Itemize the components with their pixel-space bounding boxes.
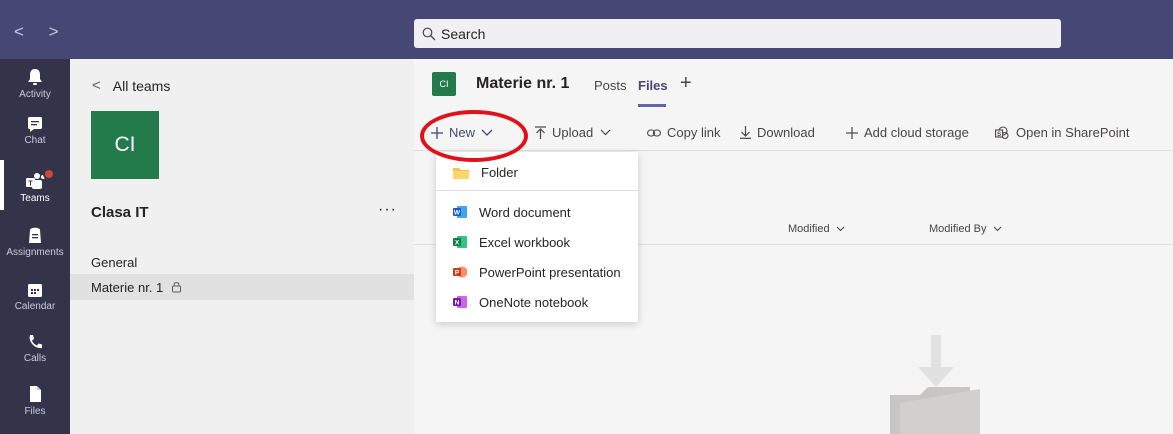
menu-item-onenote[interactable]: N OneNote notebook bbox=[436, 287, 638, 317]
empty-folder-illustration bbox=[890, 335, 980, 434]
chevron-down-icon bbox=[836, 226, 844, 232]
rail-assignments[interactable]: Assignments bbox=[0, 225, 70, 258]
all-teams-link[interactable]: < All teams bbox=[92, 77, 170, 94]
files-toolbar: New Upload Copy link Download Add cloud … bbox=[414, 111, 1173, 151]
app-rail: Activity Chat T Teams Assignments Calend… bbox=[0, 59, 70, 434]
rail-files[interactable]: Files bbox=[0, 384, 70, 417]
menu-separator bbox=[436, 190, 638, 191]
powerpoint-icon: P bbox=[453, 266, 467, 278]
lock-icon bbox=[172, 282, 182, 293]
svg-text:X: X bbox=[455, 240, 460, 247]
word-icon: W bbox=[453, 206, 467, 218]
chevron-down-icon bbox=[993, 226, 1001, 232]
channel-title: Materie nr. 1 bbox=[476, 75, 570, 92]
svg-text:S: S bbox=[997, 131, 1001, 137]
plus-icon bbox=[846, 126, 858, 139]
new-menu: Folder W Word document X Excel workbook … bbox=[436, 152, 638, 322]
chevron-left-icon: < bbox=[92, 77, 101, 94]
search-box[interactable]: Search bbox=[414, 19, 1061, 48]
search-placeholder: Search bbox=[441, 25, 486, 42]
add-tab-icon[interactable]: + bbox=[680, 72, 692, 95]
channel-general[interactable]: General bbox=[70, 249, 414, 275]
menu-item-excel[interactable]: X Excel workbook bbox=[436, 227, 638, 257]
active-tab-underline bbox=[638, 104, 666, 107]
channel-avatar: CI bbox=[432, 72, 456, 96]
menu-item-word[interactable]: W Word document bbox=[436, 197, 638, 227]
channel-materie-1[interactable]: Materie nr. 1 bbox=[70, 274, 414, 300]
annotation-circle bbox=[420, 110, 528, 162]
calendar-icon bbox=[28, 284, 42, 297]
svg-text:N: N bbox=[455, 300, 460, 307]
team-avatar: CI bbox=[91, 111, 159, 179]
bell-icon bbox=[28, 69, 42, 85]
column-modified[interactable]: Modified bbox=[788, 223, 845, 235]
open-in-sharepoint-button[interactable]: S Open in SharePoint bbox=[995, 125, 1129, 140]
upload-button[interactable]: Upload bbox=[535, 125, 611, 140]
more-options-icon[interactable]: ··· bbox=[378, 201, 397, 219]
nav-arrows[interactable]: < > bbox=[14, 22, 69, 42]
onenote-icon: N bbox=[453, 296, 467, 308]
rail-calls[interactable]: Calls bbox=[0, 333, 70, 364]
team-name: Clasa IT bbox=[91, 204, 149, 221]
copy-link-button[interactable]: Copy link bbox=[647, 125, 720, 140]
rail-chat[interactable]: Chat bbox=[0, 115, 70, 146]
assignments-icon bbox=[29, 227, 41, 243]
tab-posts[interactable]: Posts bbox=[594, 78, 627, 93]
notification-badge bbox=[43, 168, 55, 180]
menu-item-powerpoint[interactable]: P PowerPoint presentation bbox=[436, 257, 638, 287]
rail-teams[interactable]: T Teams bbox=[0, 168, 70, 204]
add-cloud-storage-button[interactable]: Add cloud storage bbox=[846, 125, 969, 140]
excel-icon: X bbox=[453, 236, 467, 248]
channel-header: CI Materie nr. 1 Posts Files + bbox=[414, 59, 1173, 109]
phone-icon bbox=[29, 335, 42, 349]
sharepoint-icon: S bbox=[995, 125, 1009, 139]
chevron-down-icon bbox=[600, 129, 611, 136]
tab-files[interactable]: Files bbox=[638, 78, 668, 93]
folder-icon bbox=[453, 167, 469, 179]
team-panel: < All teams CI Clasa IT ··· General Mate… bbox=[70, 59, 414, 434]
rail-calendar[interactable]: Calendar bbox=[0, 281, 70, 312]
download-button[interactable]: Download bbox=[740, 125, 815, 140]
files-icon bbox=[30, 386, 41, 402]
svg-text:T: T bbox=[28, 181, 33, 188]
chat-icon bbox=[28, 117, 42, 132]
column-modified-by[interactable]: Modified By bbox=[929, 223, 1002, 235]
download-icon bbox=[740, 126, 751, 139]
title-bar: < > Search bbox=[0, 0, 1173, 59]
rail-activity[interactable]: Activity bbox=[0, 67, 70, 100]
search-icon bbox=[422, 27, 436, 40]
svg-text:P: P bbox=[455, 270, 460, 277]
upload-icon bbox=[535, 126, 546, 139]
svg-text:W: W bbox=[454, 210, 461, 217]
link-icon bbox=[647, 128, 661, 137]
